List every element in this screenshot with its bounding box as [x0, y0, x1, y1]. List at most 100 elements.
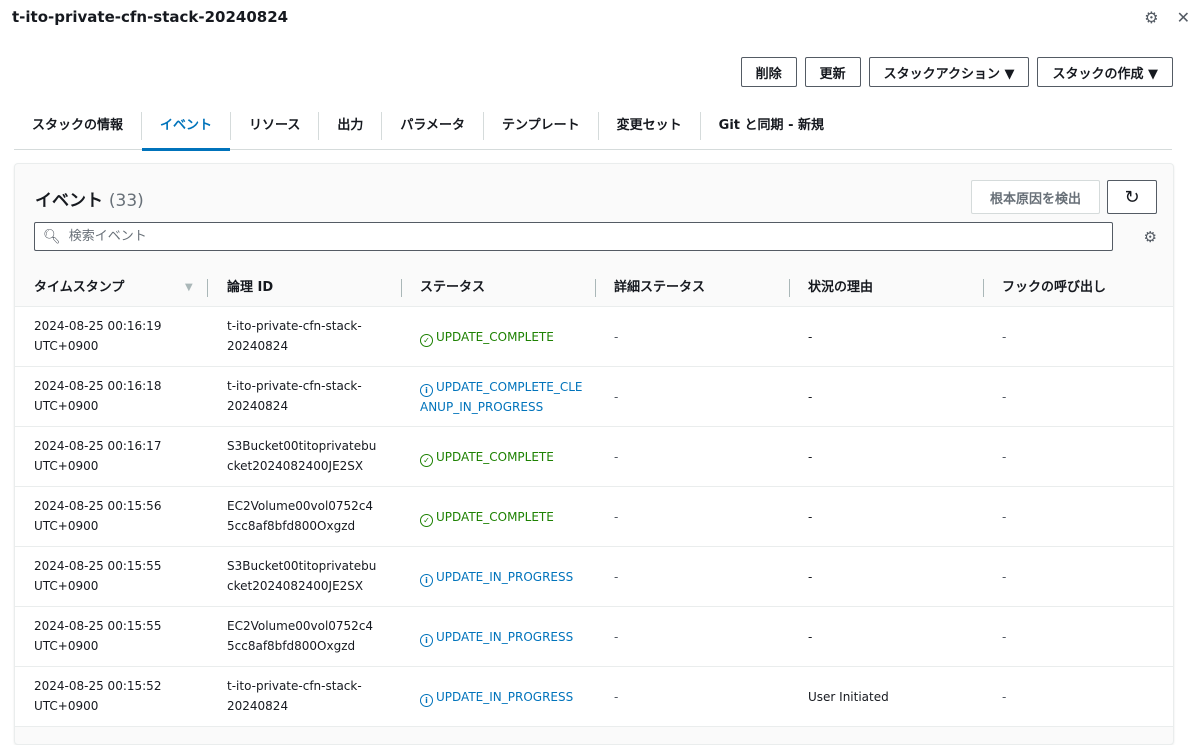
col-status-reason[interactable]: 状況の理由: [808, 270, 873, 306]
logical-id-line2: 20240824: [227, 399, 289, 413]
timestamp-tz: UTC+0900: [34, 399, 99, 413]
cell-status: ✓ UPDATE_COMPLETE: [420, 307, 585, 366]
status-label: UPDATE_COMPLETE: [436, 449, 554, 464]
events-panel: イベント (33) 根本原因を検出 ↻ 🔍︎ ⚙ タイムスタンプ ▼ 論理 ID…: [14, 163, 1174, 745]
top-bar: t-ito-private-cfn-stack-20240824 ⚙ ✕: [0, 0, 1200, 40]
col-timestamp[interactable]: タイムスタンプ: [34, 270, 124, 306]
check-circle-icon: ✓: [420, 333, 433, 347]
cell-status-reason: -: [808, 329, 813, 344]
tab-git-sync[interactable]: Git と同期 - 新規: [699, 111, 842, 140]
cell-hook-invocations: -: [1002, 329, 1007, 344]
col-hook-invocations[interactable]: フックの呼び出し: [1002, 270, 1106, 306]
events-count: (33): [108, 191, 144, 211]
timestamp-tz: UTC+0900: [34, 579, 99, 593]
refresh-button[interactable]: ↻: [1107, 180, 1157, 214]
status-text: i UPDATE_IN_PROGRESS: [420, 627, 573, 647]
tab-template[interactable]: テンプレート: [483, 111, 598, 140]
timestamp-tz: UTC+0900: [34, 639, 99, 653]
cell-detailed-status: -: [614, 629, 619, 644]
timestamp-tz: UTC+0900: [34, 519, 99, 533]
cell-status-reason: -: [808, 389, 813, 404]
cell-hook-invocations: -: [1002, 389, 1007, 404]
cell-detailed-status: -: [614, 329, 619, 344]
status-text: i UPDATE_IN_PROGRESS: [420, 687, 573, 707]
status-text: ✓ UPDATE_COMPLETE: [420, 507, 554, 527]
stack-actions-button[interactable]: スタックアクション ▼: [868, 57, 1030, 87]
cell-hook-invocations: -: [1002, 629, 1007, 644]
status-label: UPDATE_IN_PROGRESS: [436, 629, 574, 644]
cell-hook-invocations: -: [1002, 449, 1007, 464]
cell-status-reason: User Initiated: [808, 689, 889, 704]
status-text: ✓ UPDATE_COMPLETE: [420, 447, 554, 467]
tab-change-sets[interactable]: 変更セット: [597, 111, 700, 140]
status-label: UPDATE_IN_PROGRESS: [436, 689, 574, 704]
table-row: 2024-08-25 00:15:55 UTC+0900 S3Bucket00tit…: [15, 547, 1173, 607]
status-text: i UPDATE_IN_PROGRESS: [420, 567, 573, 587]
search-icon: 🔍︎: [43, 228, 61, 245]
tab-stack-info[interactable]: スタックの情報: [14, 112, 141, 140]
table-row: 2024-08-25 00:16:18 UTC+0900 t-ito-private…: [15, 367, 1173, 427]
col-detailed-status[interactable]: 詳細ステータス: [614, 270, 705, 306]
info-circle-icon: i: [420, 383, 433, 397]
col-status[interactable]: ステータス: [420, 270, 485, 306]
logical-id-line2: cket2024082400JE2SX: [227, 579, 364, 593]
cell-timestamp: 2024-08-25 00:15:52 UTC+0900: [34, 676, 204, 716]
tab-events[interactable]: イベント: [141, 111, 231, 151]
sort-down-icon[interactable]: ▼: [185, 282, 193, 293]
logical-id-line2: 20240824: [227, 699, 289, 713]
detect-root-cause-button[interactable]: 根本原因を検出: [970, 180, 1100, 214]
delete-button[interactable]: 削除: [740, 57, 797, 87]
logical-id-line1: EC2Volume00vol0752c4: [227, 619, 374, 633]
cell-timestamp: 2024-08-25 00:16:18 UTC+0900: [34, 376, 204, 416]
col-divider: [207, 279, 208, 297]
tab-resources[interactable]: リソース: [230, 111, 318, 140]
timestamp-date: 2024-08-25 00:15:52: [34, 679, 162, 693]
cell-detailed-status: -: [614, 449, 619, 464]
table-row: 2024-08-25 00:16:19 UTC+0900 t-ito-private…: [15, 307, 1173, 367]
close-icon[interactable]: ✕: [1177, 8, 1190, 28]
cell-status: i UPDATE_COMPLETE_CLEANUP_IN_PROGRESS: [420, 367, 585, 426]
col-divider: [401, 279, 402, 297]
timestamp-date: 2024-08-25 00:15:55: [34, 559, 162, 573]
col-divider: [595, 279, 596, 297]
top-icons: ⚙ ✕: [1144, 8, 1190, 28]
logical-id-line1: S3Bucket00titoprivatebu: [227, 439, 377, 453]
timestamp-tz: UTC+0900: [34, 339, 99, 353]
tab-outputs[interactable]: 出力: [318, 111, 381, 140]
cell-timestamp: 2024-08-25 00:15:56 UTC+0900: [34, 496, 204, 536]
cell-hook-invocations: -: [1002, 509, 1007, 524]
events-title: イベント (33): [35, 186, 144, 211]
timestamp-tz: UTC+0900: [34, 699, 99, 713]
logical-id-line1: t-ito-private-cfn-stack-: [227, 319, 362, 333]
logical-id-line2: 5cc8af8bfd800Oxgzd: [227, 639, 356, 653]
tab-parameters[interactable]: パラメータ: [381, 111, 483, 140]
logical-id-line1: t-ito-private-cfn-stack-: [227, 679, 362, 693]
logical-id-line1: EC2Volume00vol0752c4: [227, 499, 374, 513]
timestamp-date: 2024-08-25 00:15:56: [34, 499, 162, 513]
timestamp-date: 2024-08-25 00:16:17: [34, 439, 162, 453]
cell-logical-id: t-ito-private-cfn-stack- 20240824: [227, 676, 392, 716]
table-row: 2024-08-25 00:15:56 UTC+0900 EC2Volume00vo…: [15, 487, 1173, 547]
logical-id-line2: 20240824: [227, 339, 289, 353]
logical-id-line2: 5cc8af8bfd800Oxgzd: [227, 519, 356, 533]
logical-id-line2: cket2024082400JE2SX: [227, 459, 364, 473]
status-text: ✓ UPDATE_COMPLETE: [420, 327, 554, 347]
preferences-gear-icon[interactable]: ⚙: [1144, 228, 1157, 246]
cell-logical-id: t-ito-private-cfn-stack- 20240824: [227, 316, 392, 356]
status-label: UPDATE_COMPLETE: [436, 509, 554, 524]
col-logical-id[interactable]: 論理 ID: [227, 270, 273, 306]
search-input[interactable]: [66, 228, 1094, 245]
status-label: UPDATE_COMPLETE: [436, 329, 554, 344]
gear-icon[interactable]: ⚙: [1144, 8, 1158, 28]
logical-id-line1: S3Bucket00titoprivatebu: [227, 559, 377, 573]
events-title-text: イベント: [35, 191, 103, 211]
cell-status-reason: -: [808, 509, 813, 524]
cell-logical-id: S3Bucket00titoprivatebu cket2024082400JE2…: [227, 436, 392, 476]
cell-detailed-status: -: [614, 509, 619, 524]
cell-logical-id: EC2Volume00vol0752c4 5cc8af8bfd800Oxgzd: [227, 496, 392, 536]
check-circle-icon: ✓: [420, 453, 433, 467]
update-button[interactable]: 更新: [804, 57, 861, 87]
search-box: 🔍︎: [34, 222, 1113, 251]
cell-detailed-status: -: [614, 689, 619, 704]
create-stack-button[interactable]: スタックの作成 ▼: [1037, 57, 1173, 87]
